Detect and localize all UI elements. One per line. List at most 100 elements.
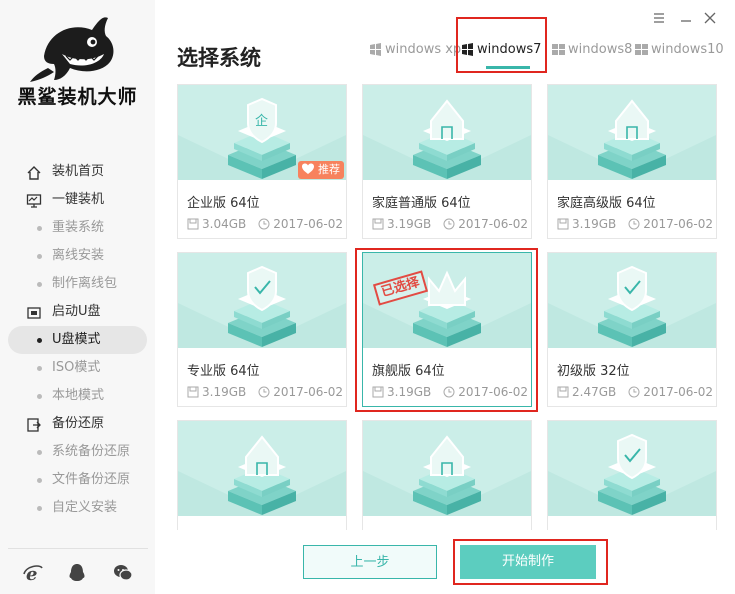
system-meta: 3.04GB 2017-06-02 [187, 217, 343, 233]
wechat-icon[interactable] [112, 562, 134, 584]
clock-icon [628, 218, 640, 230]
sidebar-item-file-backup-restore[interactable]: 文件备份还原 [0, 466, 155, 494]
disk-icon [187, 386, 199, 398]
clock-icon [628, 386, 640, 398]
sidebar-item-label: 一键装机 [52, 192, 105, 207]
sidebar-item-label: 启动U盘 [52, 304, 101, 319]
system-thumbnail [548, 421, 716, 516]
sidebar-item-one-click-install[interactable]: 一键装机 [0, 186, 155, 214]
sidebar-nav: 装机首页 一键装机 重装系统 离线安装 制作离线包 启动U盘 U盘模式 ISO模… [0, 158, 155, 522]
sidebar-item-backup-restore[interactable]: 备份还原 [0, 410, 155, 438]
clock-icon [443, 386, 455, 398]
bullet-icon [37, 506, 42, 511]
sidebar-item-label: 制作离线包 [52, 276, 118, 291]
system-meta: 3.19GB 2017-06-02 [557, 217, 713, 233]
tab-label: windows xp [385, 42, 462, 57]
system-date: 2017-06-02 [643, 217, 713, 231]
svg-text:企: 企 [255, 113, 268, 129]
system-thumbnail [178, 421, 346, 516]
sidebar-item-label: U盘模式 [52, 332, 101, 347]
system-size: 3.19GB [387, 385, 432, 399]
system-card[interactable]: 家庭高级版 64位 3.19GB 2017-06-02 [547, 84, 717, 239]
qq-icon[interactable] [66, 562, 88, 584]
system-thumbnail [363, 85, 531, 180]
sidebar-item-usb-mode[interactable]: U盘模式 [8, 326, 147, 354]
windows-logo-icon [369, 43, 382, 56]
sidebar-item-label: 自定义安装 [52, 500, 118, 515]
recommend-badge: 推荐 [298, 161, 344, 179]
system-thumbnail [548, 253, 716, 348]
system-thumbnail [548, 85, 716, 180]
sidebar-item-system-backup-restore[interactable]: 系统备份还原 [0, 438, 155, 466]
disk-icon [372, 218, 384, 230]
system-date: 2017-06-02 [273, 217, 343, 231]
close-icon[interactable] [703, 10, 717, 24]
tab-label: windows10 [651, 42, 724, 57]
sidebar-item-label: 重装系统 [52, 220, 105, 235]
monitor-icon [26, 192, 42, 208]
sidebar-item-home[interactable]: 装机首页 [0, 158, 155, 186]
bullet-icon [37, 226, 42, 231]
system-name: 专业版 64位 [187, 364, 260, 379]
bullet-icon [37, 478, 42, 483]
backup-icon [26, 416, 42, 432]
system-meta: 2.47GB 2017-06-02 [557, 385, 713, 401]
previous-step-button[interactable]: 上一步 [303, 545, 437, 579]
system-date: 2017-06-02 [458, 385, 528, 399]
menu-icon[interactable] [652, 10, 666, 24]
minimize-icon[interactable] [679, 10, 693, 24]
windows-logo-icon [635, 43, 648, 56]
sidebar-item-custom-install[interactable]: 自定义安装 [0, 494, 155, 522]
start-making-button[interactable]: 开始制作 [460, 545, 596, 579]
sidebar-item-local-mode[interactable]: 本地模式 [0, 382, 155, 410]
active-tab-indicator [486, 66, 530, 69]
disk-icon [372, 386, 384, 398]
system-card[interactable]: 家庭普通版 64位 3.19GB 2017-06-02 [362, 84, 532, 239]
system-size: 2.47GB [572, 385, 617, 399]
tab-windows-xp[interactable]: windows xp [369, 40, 461, 60]
system-size: 3.19GB [572, 217, 617, 231]
sidebar: 黑鲨装机大师 装机首页 一键装机 重装系统 离线安装 制作离线包 启动U盘 U盘… [0, 0, 155, 594]
main-panel: 选择系统 windows xp windows7 windows8 window… [155, 0, 735, 594]
sidebar-item-label: 系统备份还原 [52, 444, 131, 459]
tab-windows7[interactable]: windows7 [461, 40, 541, 60]
clock-icon [258, 218, 270, 230]
disk-icon [557, 386, 569, 398]
system-date: 2017-06-02 [458, 217, 528, 231]
sidebar-item-label: ISO模式 [52, 360, 101, 375]
usb-icon [26, 304, 42, 320]
system-card[interactable] [362, 420, 532, 530]
system-card[interactable]: 专业版 64位 3.19GB 2017-06-02 [177, 252, 347, 407]
system-size: 3.19GB [202, 385, 247, 399]
sidebar-divider [8, 548, 148, 549]
system-card-grid: 企推荐企业版 64位 3.04GB 2017-06-02 家庭普通版 64位 3.19G… [177, 84, 725, 530]
system-meta: 3.19GB 2017-06-02 [372, 385, 528, 401]
tab-windows10[interactable]: windows10 [635, 40, 724, 60]
ie-icon[interactable]: e [22, 562, 44, 585]
system-card[interactable]: 已选择 旗舰版 64位 3.19GB 2017-06-02 [362, 252, 532, 407]
system-card[interactable]: 企推荐企业版 64位 3.04GB 2017-06-02 [177, 84, 347, 239]
system-card[interactable] [547, 420, 717, 530]
bullet-icon [37, 282, 42, 287]
system-name: 家庭高级版 64位 [557, 196, 656, 211]
system-name: 旗舰版 64位 [372, 364, 445, 379]
bullet-icon [37, 394, 42, 399]
sidebar-item-iso-mode[interactable]: ISO模式 [0, 354, 155, 382]
sidebar-footer: e [0, 562, 155, 588]
system-name: 企业版 64位 [187, 196, 260, 211]
sidebar-item-offline-install[interactable]: 离线安装 [0, 242, 155, 270]
clock-icon [443, 218, 455, 230]
tab-windows8[interactable]: windows8 [552, 40, 632, 60]
sidebar-item-boot-usb[interactable]: 启动U盘 [0, 298, 155, 326]
sidebar-item-label: 装机首页 [52, 164, 105, 179]
system-meta: 3.19GB 2017-06-02 [372, 217, 528, 233]
bullet-icon [37, 366, 42, 371]
badge-label: 推荐 [318, 163, 340, 176]
sidebar-item-label: 备份还原 [52, 416, 105, 431]
sidebar-item-make-offline-package[interactable]: 制作离线包 [0, 270, 155, 298]
sidebar-item-label: 文件备份还原 [52, 472, 131, 487]
sidebar-item-reinstall-system[interactable]: 重装系统 [0, 214, 155, 242]
system-card[interactable]: 初级版 32位 2.47GB 2017-06-02 [547, 252, 717, 407]
system-name: 初级版 32位 [557, 364, 630, 379]
system-card[interactable] [177, 420, 347, 530]
